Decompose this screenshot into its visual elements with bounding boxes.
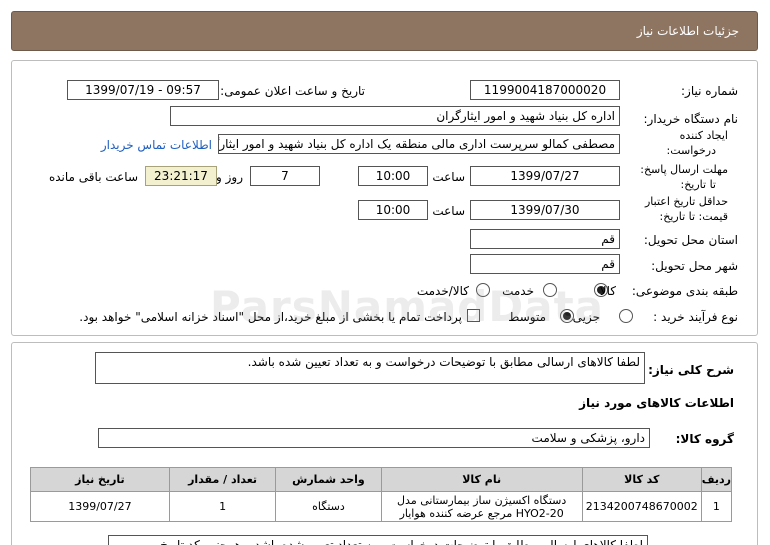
category-option-service: خدمت — [502, 284, 534, 298]
treasury-payment-checkbox[interactable] — [467, 309, 480, 322]
goods-group-field: دارو، پزشکی و سلامت — [98, 428, 650, 448]
goods-table-header: ردیف کد کالا نام کالا واحد شمارش تعداد /… — [30, 467, 733, 492]
goods-section-title: اطلاعات کالاهای مورد نیاز — [579, 396, 734, 410]
creator-label-line1: ایجاد کننده — [679, 129, 728, 142]
page-header: جزئیات اطلاعات نیاز — [11, 11, 758, 51]
col-row: ردیف — [700, 467, 733, 492]
table-row: 1 2134200748670002 دستگاه اکسیژن ساز بیم… — [30, 491, 733, 522]
cell-name: دستگاه اکسیژن ساز بیمارستانی مدل HYO2-20… — [380, 491, 583, 522]
buyer-contact-link[interactable]: اطلاعات تماس خریدار — [101, 138, 212, 152]
deadline-days-label: روز و — [216, 170, 243, 184]
buyer-label: نام دستگاه خریدار: — [643, 112, 739, 126]
col-code: کد کالا — [581, 467, 702, 492]
province-label: استان محل تحویل: — [643, 233, 738, 247]
category-radio-goods-service[interactable] — [476, 283, 490, 297]
page-title: جزئیات اطلاعات نیاز — [636, 24, 739, 38]
need-number-label: شماره نیاز: — [681, 84, 738, 98]
goods-group-label: گروه کالا: — [675, 432, 734, 446]
category-radio-service[interactable] — [543, 283, 557, 297]
creator-label-line2: درخواست: — [666, 144, 716, 157]
process-option-minor: جزیی — [572, 310, 600, 324]
cell-date: 1399/07/27 — [30, 491, 170, 522]
cell-row: 1 — [700, 491, 733, 522]
col-qty: تعداد / مقدار — [168, 467, 277, 492]
need-number-field: 1199004187000020 — [470, 80, 620, 100]
category-option-goods-service: کالا/خدمت — [416, 284, 469, 298]
category-option-goods: کالا — [599, 284, 616, 298]
announce-field: 1399/07/19 - 09:57 — [67, 80, 219, 100]
cell-unit: دستگاه — [275, 491, 382, 522]
goods-table: ردیف کد کالا نام کالا واحد شمارش تعداد /… — [30, 467, 733, 522]
province-field: قم — [470, 229, 620, 249]
description-label: شرح کلی نیاز: — [648, 363, 734, 377]
announce-label: تاریخ و ساعت اعلان عمومی: — [220, 84, 365, 98]
deadline-time-label: ساعت — [432, 170, 465, 184]
city-label: شهر محل تحویل: — [651, 259, 738, 273]
remaining-time-label: ساعت باقی مانده — [48, 170, 138, 184]
remaining-time-countdown: 23:21:17 — [145, 166, 217, 186]
validity-label-line2: قیمت: تا تاریخ: — [659, 210, 728, 223]
deadline-time-field: 10:00 — [358, 166, 428, 186]
deadline-label-line1: مهلت ارسال پاسخ: — [640, 163, 728, 176]
creator-field: مصطفی کمالو سرپرست اداری مالی منطقه یک ا… — [218, 134, 620, 154]
buyer-field: اداره کل بنیاد شهید و امور ایثارگران — [170, 106, 620, 126]
col-date: تاریخ نیاز — [30, 467, 170, 492]
city-field: قم — [470, 254, 620, 274]
deadline-days-field: 7 — [250, 166, 320, 186]
category-label: طبقه بندی موضوعی: — [631, 284, 738, 298]
deadline-label-line2: تا تاریخ: — [680, 178, 716, 191]
process-radio-minor[interactable] — [619, 309, 633, 323]
cell-qty: 1 — [168, 491, 277, 522]
footer-note-field: لطفا کالاهای ارسالی مطابق با توضیحات درخ… — [108, 535, 648, 545]
process-radio-medium[interactable] — [560, 309, 574, 323]
deadline-date-field: 1399/07/27 — [470, 166, 620, 186]
col-name: نام کالا — [380, 467, 583, 492]
validity-time-field: 10:00 — [358, 200, 428, 220]
validity-label-line1: حداقل تاریخ اعتبار — [644, 195, 728, 208]
process-option-medium: متوسط — [508, 310, 546, 324]
cell-code: 2134200748670002 — [581, 491, 702, 522]
validity-date-field: 1399/07/30 — [470, 200, 620, 220]
validity-time-label: ساعت — [432, 204, 465, 218]
process-label: نوع فرآیند خرید : — [653, 310, 738, 324]
treasury-payment-note: پرداخت تمام یا بخشی از مبلغ خرید،از محل … — [79, 310, 462, 324]
col-unit: واحد شمارش — [275, 467, 382, 492]
description-field: لطفا کالاهای ارسالی مطابق با توضیحات درخ… — [95, 352, 645, 384]
